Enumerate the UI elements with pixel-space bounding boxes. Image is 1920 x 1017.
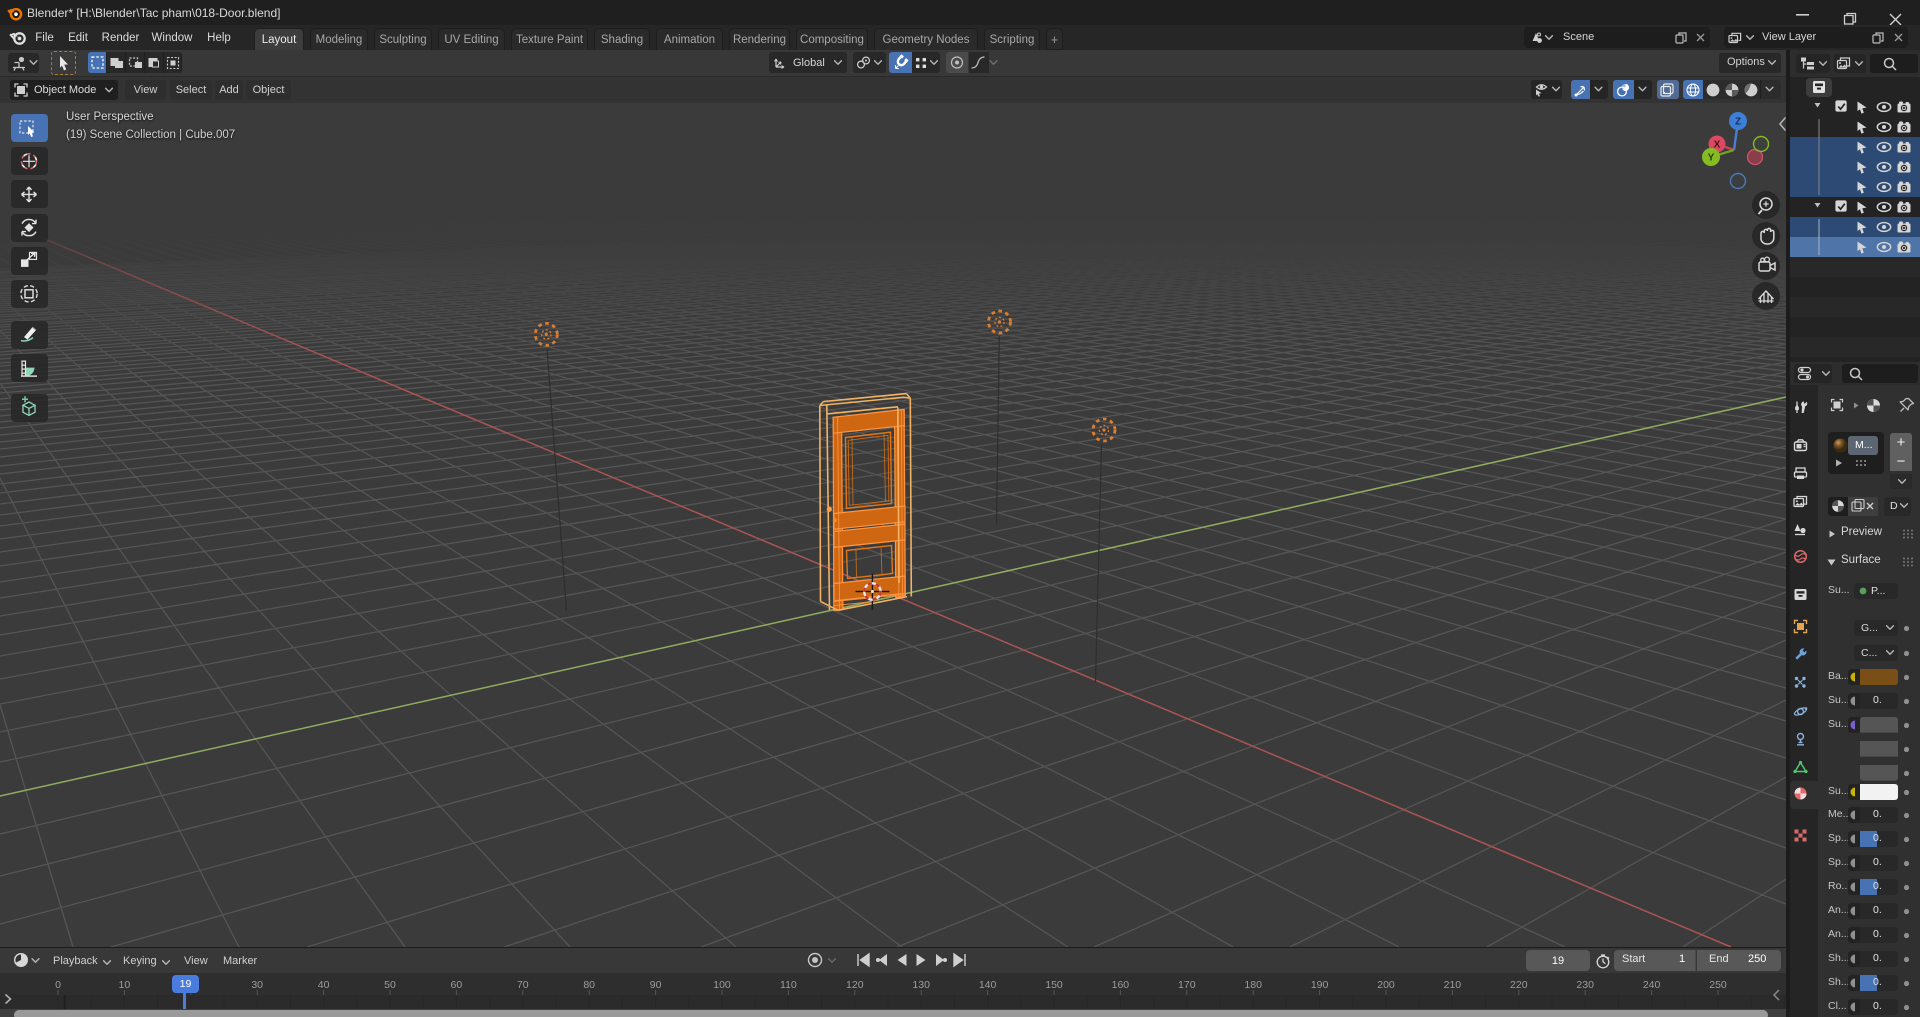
svg-text:40: 40 (318, 979, 330, 991)
svg-text:170: 170 (1178, 979, 1196, 991)
svg-text:50: 50 (384, 979, 396, 991)
svg-text:150: 150 (1045, 979, 1063, 991)
svg-text:140: 140 (979, 979, 997, 991)
svg-text:100: 100 (713, 979, 731, 991)
svg-text:10: 10 (119, 979, 131, 991)
svg-text:120: 120 (846, 979, 864, 991)
svg-text:240: 240 (1643, 979, 1661, 991)
svg-text:80: 80 (583, 979, 595, 991)
svg-text:30: 30 (251, 979, 263, 991)
svg-text:70: 70 (517, 979, 529, 991)
svg-text:160: 160 (1112, 979, 1130, 991)
svg-text:60: 60 (451, 979, 463, 991)
svg-text:90: 90 (650, 979, 662, 991)
svg-text:0: 0 (55, 979, 61, 991)
svg-text:110: 110 (780, 979, 797, 991)
svg-text:200: 200 (1377, 979, 1395, 991)
svg-text:250: 250 (1709, 979, 1727, 991)
svg-text:180: 180 (1244, 979, 1262, 991)
svg-text:210: 210 (1444, 979, 1462, 991)
svg-text:190: 190 (1311, 979, 1329, 991)
svg-text:230: 230 (1576, 979, 1594, 991)
svg-text:220: 220 (1510, 979, 1528, 991)
svg-text:130: 130 (912, 979, 930, 991)
